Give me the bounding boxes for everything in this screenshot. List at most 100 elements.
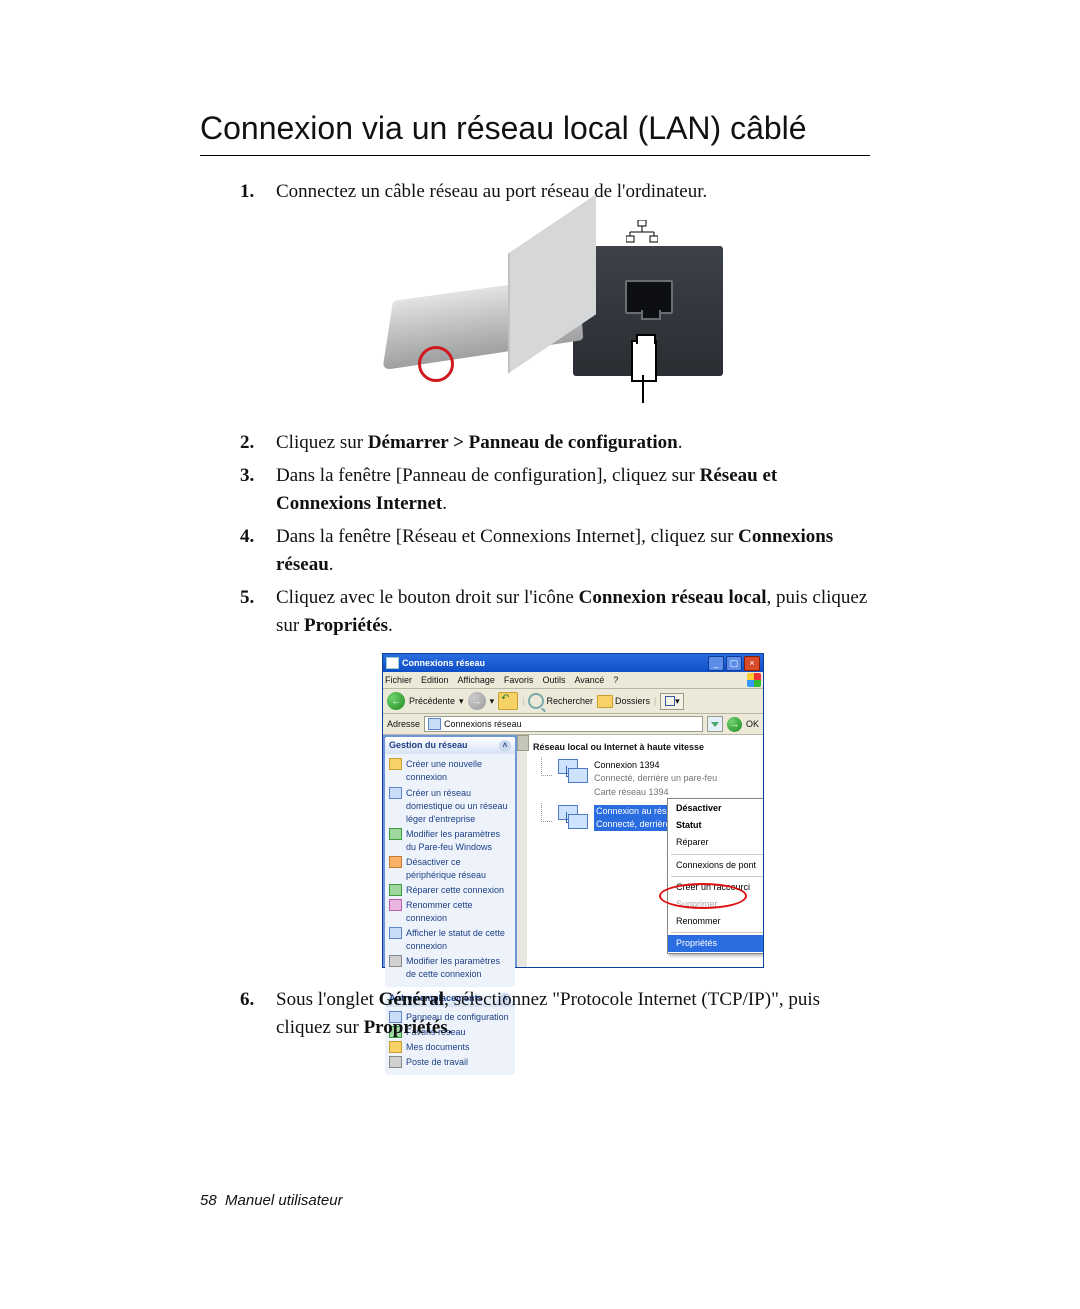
place-computer[interactable]: Poste de travail xyxy=(389,1055,511,1070)
step-4-post: . xyxy=(329,554,334,575)
computer-icon xyxy=(389,1056,402,1068)
step-2-pre: Cliquez sur xyxy=(276,432,368,453)
folder-icon xyxy=(597,695,613,708)
menu-outils[interactable]: Outils xyxy=(542,674,565,687)
address-value: Connexions réseau xyxy=(444,718,522,731)
step-6: Sous l'onglet Général, sélectionnez "Pro… xyxy=(240,986,870,1041)
step-5-pre: Cliquez avec le bouton droit sur l'icône xyxy=(276,587,579,608)
step-2: Cliquez sur Démarrer > Panneau de config… xyxy=(240,429,870,457)
menu-avance[interactable]: Avancé xyxy=(574,674,604,687)
up-button[interactable] xyxy=(498,692,518,710)
highlight-circle xyxy=(418,346,454,382)
task-disable[interactable]: Désactiver ce périphérique réseau xyxy=(389,855,511,883)
address-input[interactable]: Connexions réseau xyxy=(424,716,703,732)
task-status[interactable]: Afficher le statut de cette connexion xyxy=(389,926,511,954)
address-bar: Adresse Connexions réseau → OK xyxy=(383,714,763,735)
menu-favoris[interactable]: Favoris xyxy=(504,674,534,687)
disable-icon xyxy=(389,856,402,868)
connection-1394[interactable]: Connexion 1394 Connecté, derrière un par… xyxy=(541,759,763,798)
ctx-delete: Supprimer xyxy=(668,896,763,913)
ctx-rename[interactable]: Renommer xyxy=(668,913,763,930)
firewall-icon xyxy=(389,828,402,840)
step-2-post: . xyxy=(678,432,683,453)
context-menu: Désactiver Statut Réparer Connexions de … xyxy=(667,798,763,953)
close-button[interactable]: × xyxy=(744,656,760,671)
ctx-shortcut[interactable]: Créer un raccourci xyxy=(668,879,763,896)
rj45-port-icon xyxy=(625,280,673,314)
new-connection-icon xyxy=(389,758,402,770)
back-button[interactable]: ← xyxy=(387,692,405,710)
task-settings[interactable]: Modifier les paramètres de cette connexi… xyxy=(389,954,511,982)
menu-bar: Fichier Edition Affichage Favoris Outils… xyxy=(383,672,763,689)
scrollbar[interactable] xyxy=(517,735,527,967)
page-title: Connexion via un réseau local (LAN) câbl… xyxy=(200,110,870,147)
go-label: OK xyxy=(746,718,759,731)
conn1-status: Connecté, derrière un pare-feu xyxy=(594,772,717,785)
step-5-bold2: Propriétés xyxy=(304,615,388,636)
ctx-status[interactable]: Statut xyxy=(668,817,763,834)
documents-icon xyxy=(389,1041,402,1053)
page-number: 58 xyxy=(200,1192,217,1209)
step-6-post: . xyxy=(448,1017,453,1038)
window-body: Gestion du réseau ˄ Créer une nouvelle c… xyxy=(383,735,763,967)
address-label: Adresse xyxy=(387,718,420,731)
collapse-icon[interactable]: ˄ xyxy=(499,740,511,752)
toolbar: ← Précédente ▾ → ▾ | Rechercher Dossiers… xyxy=(383,689,763,714)
home-network-icon xyxy=(389,787,402,799)
task-repair[interactable]: Réparer cette connexion xyxy=(389,883,511,898)
forward-button[interactable]: → xyxy=(468,692,486,710)
step-3: Dans la fenêtre [Panneau de configuratio… xyxy=(240,462,870,517)
repair-icon xyxy=(389,884,402,896)
menu-affichage[interactable]: Affichage xyxy=(458,674,495,687)
title-rule xyxy=(200,155,870,156)
laptop-illustration xyxy=(388,280,584,360)
network-port-icon xyxy=(626,220,658,244)
menu-edition[interactable]: Edition xyxy=(421,674,449,687)
task-firewall[interactable]: Modifier les paramètres du Pare-feu Wind… xyxy=(389,827,511,855)
sidebar-panel-tasks: Gestion du réseau ˄ Créer une nouvelle c… xyxy=(385,737,515,987)
title-bar[interactable]: Connexions réseau _ ▢ × xyxy=(383,654,763,672)
instruction-list: Connectez un câble réseau au port réseau… xyxy=(240,178,870,1041)
rename-icon xyxy=(389,899,402,911)
search-button[interactable]: Rechercher xyxy=(528,693,593,709)
figure-laptop-lan xyxy=(276,220,870,395)
step-6-pre: Sous l'onglet xyxy=(276,989,379,1010)
maximize-button[interactable]: ▢ xyxy=(726,656,742,671)
ctx-separator xyxy=(671,876,763,877)
step-3-post: . xyxy=(442,493,447,514)
views-button[interactable]: ▾ xyxy=(660,693,684,710)
place-documents[interactable]: Mes documents xyxy=(389,1040,511,1055)
scrollbar-thumb[interactable] xyxy=(517,735,529,751)
menu-help[interactable]: ? xyxy=(613,674,618,687)
address-dropdown[interactable] xyxy=(707,716,723,732)
step-6-bold: Général xyxy=(379,989,444,1010)
back-label: Précédente xyxy=(409,695,455,708)
search-icon xyxy=(528,693,544,709)
go-button[interactable]: → xyxy=(727,717,742,732)
ctx-disable[interactable]: Désactiver xyxy=(668,800,763,817)
menu-fichier[interactable]: Fichier xyxy=(385,674,412,687)
window-title: Connexions réseau xyxy=(402,657,706,670)
ctx-repair[interactable]: Réparer xyxy=(668,834,763,851)
step-3-pre: Dans la fenêtre [Panneau de configuratio… xyxy=(276,465,700,486)
page-footer: 58 Manuel utilisateur xyxy=(200,1192,343,1209)
task-rename[interactable]: Renommer cette connexion xyxy=(389,898,511,926)
step-5-post: . xyxy=(388,615,393,636)
ctx-properties[interactable]: Propriétés xyxy=(668,935,763,952)
step-5-bold: Connexion réseau local xyxy=(579,587,767,608)
step-4: Dans la fenêtre [Réseau et Connexions In… xyxy=(240,523,870,578)
task-new-connection[interactable]: Créer une nouvelle connexion xyxy=(389,757,511,785)
settings-icon xyxy=(389,955,402,967)
step-6-bold2: Propriétés xyxy=(364,1017,448,1038)
step-4-pre: Dans la fenêtre [Réseau et Connexions In… xyxy=(276,526,738,547)
minimize-button[interactable]: _ xyxy=(708,656,724,671)
folders-button[interactable]: Dossiers xyxy=(597,695,650,708)
conn1-name: Connexion 1394 xyxy=(594,759,717,772)
task-home-network[interactable]: Créer un réseau domestique ou un réseau … xyxy=(389,786,511,827)
connections-icon xyxy=(428,718,441,730)
manual-page: Connexion via un réseau local (LAN) câbl… xyxy=(0,0,1080,1309)
panel-header-tasks[interactable]: Gestion du réseau ˄ xyxy=(385,737,515,754)
footer-text: Manuel utilisateur xyxy=(225,1192,343,1209)
ctx-bridge[interactable]: Connexions de pont xyxy=(668,857,763,874)
sidebar: Gestion du réseau ˄ Créer une nouvelle c… xyxy=(383,735,517,967)
